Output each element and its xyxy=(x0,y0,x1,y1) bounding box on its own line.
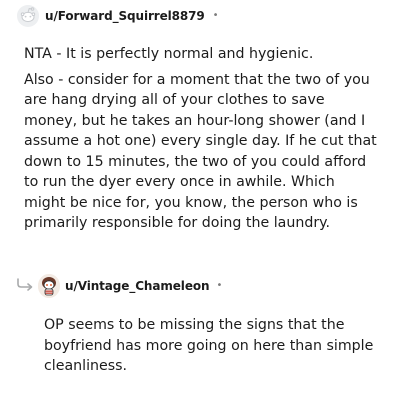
snoo-avatar-icon xyxy=(38,274,60,298)
snoo-outline-icon xyxy=(17,5,39,27)
reply-username[interactable]: u/Vintage_Chameleon xyxy=(65,279,210,293)
separator-dot: • xyxy=(212,10,219,21)
reply-arrow-icon xyxy=(15,277,35,291)
reply-paragraph: OP seems to be missing the signs that th… xyxy=(44,317,374,374)
comment-header: u/Forward_Squirrel8879 • xyxy=(17,5,219,27)
comment-username[interactable]: u/Forward_Squirrel8879 xyxy=(45,9,205,23)
comment-paragraph: Also - consider for a moment that the tw… xyxy=(24,71,377,232)
comment-body: NTA - It is perfectly normal and hygieni… xyxy=(24,44,380,234)
comment-thread: u/Forward_Squirrel8879 • NTA - It is per… xyxy=(0,0,400,402)
separator-dot: • xyxy=(216,280,223,291)
comment-paragraph: NTA - It is perfectly normal and hygieni… xyxy=(24,46,314,62)
avatar[interactable] xyxy=(38,274,60,298)
avatar[interactable] xyxy=(17,5,39,27)
reply-body: OP seems to be missing the signs that th… xyxy=(44,315,380,377)
reply-header: u/Vintage_Chameleon • xyxy=(38,274,222,298)
